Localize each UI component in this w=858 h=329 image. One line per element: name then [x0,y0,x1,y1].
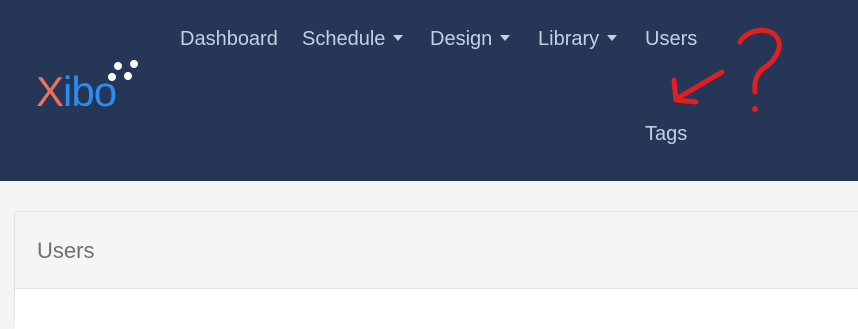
nav-library-dropdown[interactable]: Library [538,27,618,51]
nav-design-label: Design [430,28,493,50]
nav-schedule-dropdown[interactable]: Schedule [302,27,404,51]
nav-library-label: Library [538,28,600,50]
logo-x: X [36,68,64,115]
caret-down-icon [607,35,618,41]
red-question-mark-icon [737,27,782,112]
page-title: Users [37,238,95,263]
xibo-logo[interactable]: Xibo [36,60,146,122]
nav-dashboard[interactable]: Dashboard [180,27,278,51]
logo-dot [108,73,116,81]
logo-wordmark: Xibo [36,68,117,115]
card-body [15,289,858,329]
nav-schedule-label: Schedule [302,28,386,50]
logo-dot [130,60,138,68]
caret-down-icon [393,35,404,41]
nav-design-dropdown[interactable]: Design [430,27,511,51]
logo-dot [114,62,122,70]
top-navbar: Xibo Dashboard Schedule Design Library U… [0,0,858,181]
caret-down-icon [500,35,511,41]
logo-dot [124,72,132,80]
users-card: Users [14,211,858,329]
card-header: Users [15,212,858,289]
nav-dashboard-label: Dashboard [180,28,278,50]
